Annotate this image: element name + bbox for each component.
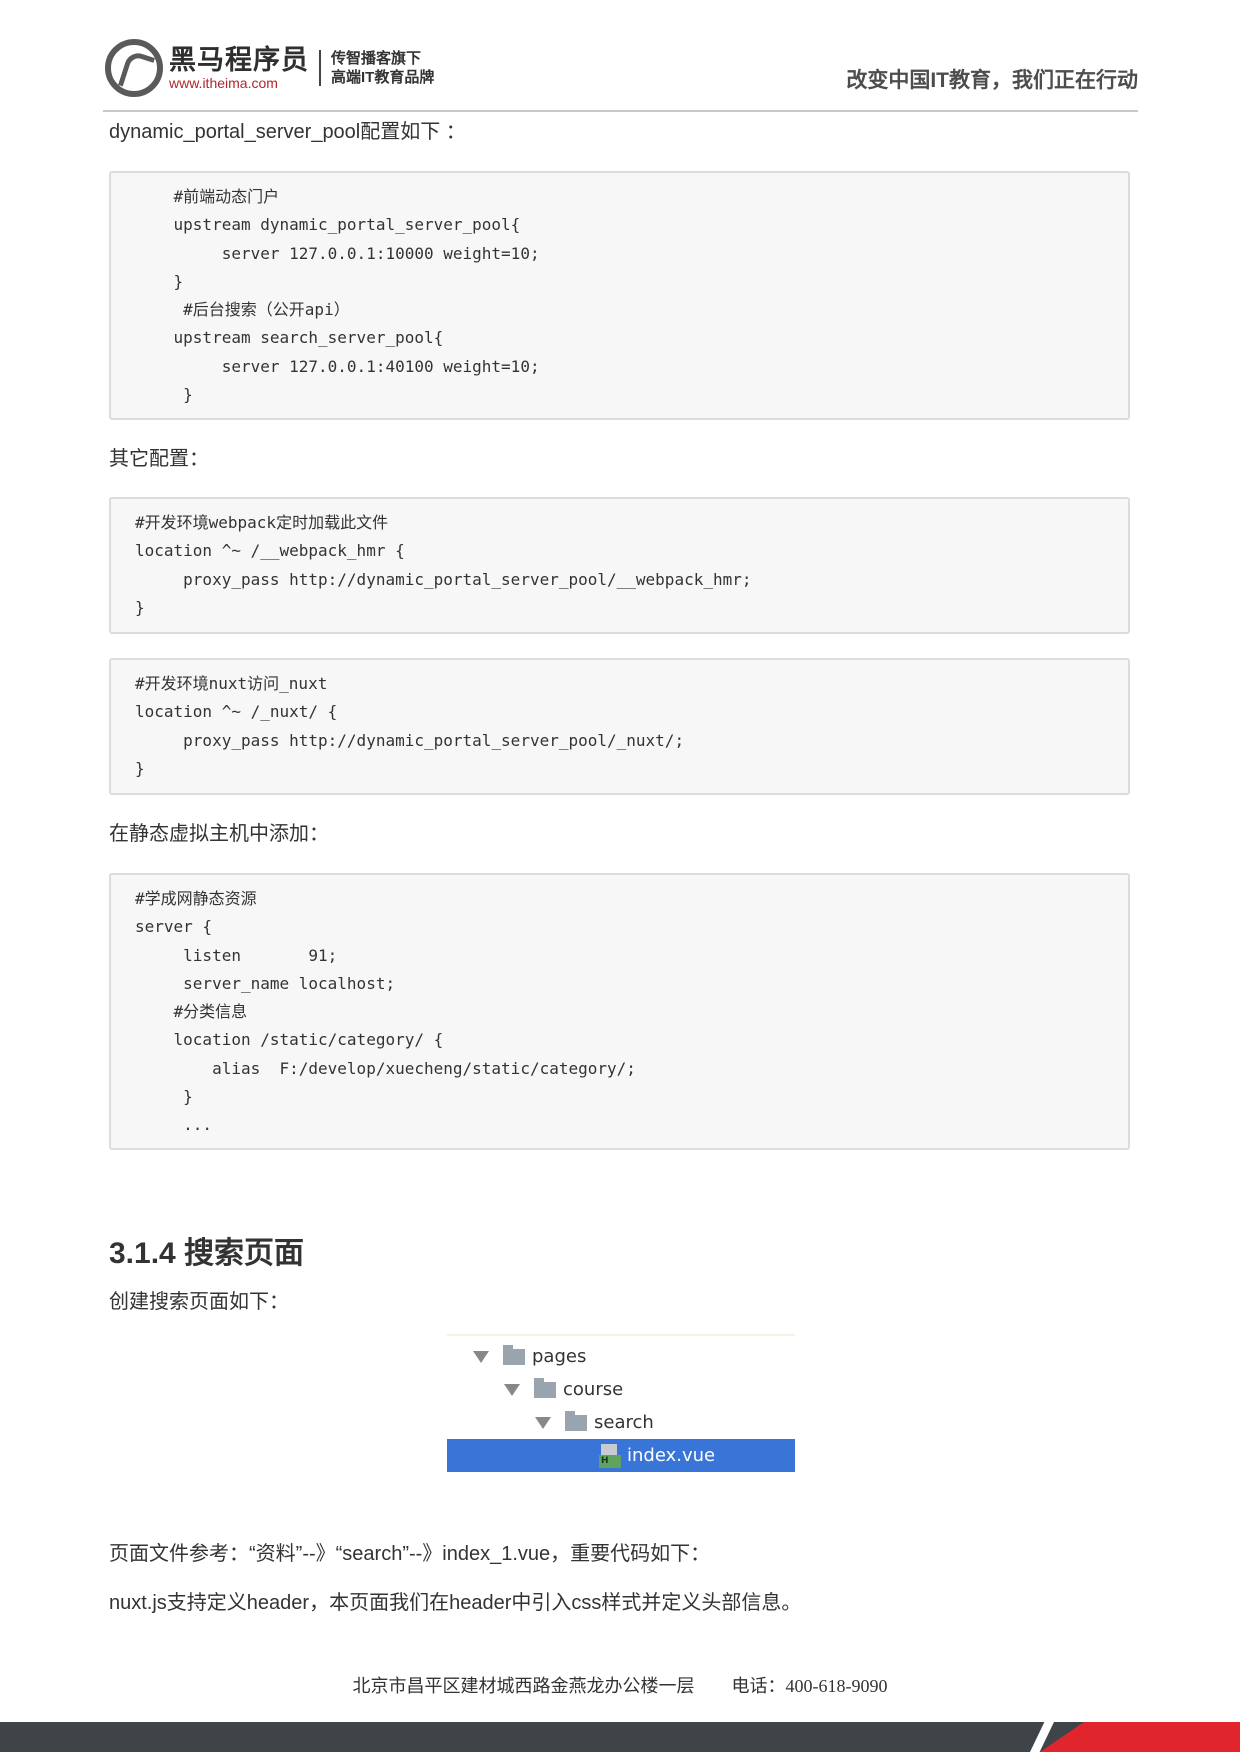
code-block-upstream: #前端动态门户 upstream dynamic_portal_server_p… — [109, 171, 1130, 420]
page-header: 黑马程序员 www.itheima.com 传智播客旗下 高端IT教育品牌 改变… — [103, 36, 1138, 112]
header-tagline: 改变中国IT教育，我们正在行动 — [846, 69, 1138, 92]
code-block-nuxt: #开发环境nuxt访问_nuxt location ^~ /_nuxt/ { p… — [109, 658, 1130, 795]
tree-item-search[interactable]: search — [447, 1406, 795, 1439]
vue-file-icon: H — [599, 1443, 621, 1468]
brand-name: 黑马程序员 — [169, 45, 309, 75]
reference-paragraph: 页面文件参考：“资料”--》“search”--》index_1.vue，重要代… — [109, 1543, 711, 1565]
code-block-static-server: #学成网静态资源 server { listen 91; server_name… — [109, 873, 1130, 1150]
horse-logo-icon — [105, 39, 163, 97]
other-config-paragraph: 其它配置： — [109, 448, 209, 470]
footer-address: 北京市昌平区建材城西路金燕龙办公楼一层 — [352, 1676, 695, 1696]
expand-triangle-icon — [473, 1350, 489, 1363]
tree-item-course[interactable]: course — [447, 1373, 795, 1406]
footer-bar — [0, 1722, 1240, 1752]
tree-item-index-vue[interactable]: H index.vue — [447, 1439, 795, 1472]
tree-item-pages[interactable]: pages — [447, 1340, 795, 1373]
expand-triangle-icon — [504, 1383, 520, 1396]
static-host-paragraph: 在静态虚拟主机中添加： — [109, 823, 329, 845]
footer-phone: 电话：400-618-9090 — [731, 1676, 888, 1696]
footer-contact: 北京市昌平区建材城西路金燕龙办公楼一层 电话：400-618-9090 — [0, 1672, 1240, 1698]
section-heading: 3.1.4 搜索页面 — [109, 1237, 305, 1270]
tree-item-label: search — [594, 1412, 654, 1433]
itheima-logo: 黑马程序员 www.itheima.com 传智播客旗下 高端IT教育品牌 — [105, 38, 434, 98]
intro-paragraph: dynamic_portal_server_pool配置如下 ： — [109, 121, 466, 143]
folder-icon — [503, 1344, 525, 1365]
nuxt-header-paragraph: nuxt.js支持定义header，本页面我们在header中引入css样式并定… — [109, 1592, 802, 1614]
brand-slogan: 传智播客旗下 高端IT教育品牌 — [331, 50, 435, 86]
file-tree-screenshot: pages course search H index.vue — [447, 1334, 795, 1478]
logo-divider — [319, 50, 321, 86]
footer-red-accent — [1040, 1722, 1240, 1752]
folder-icon — [534, 1377, 556, 1398]
expand-triangle-icon — [535, 1416, 551, 1429]
folder-icon — [565, 1410, 587, 1431]
document-body: dynamic_portal_server_pool配置如下 ： #前端动态门户… — [109, 110, 1130, 1316]
create-page-paragraph: 创建搜索页面如下： — [109, 1291, 289, 1313]
tree-item-label: course — [563, 1379, 624, 1400]
code-block-webpack-hmr: #开发环境webpack定时加载此文件 location ^~ /__webpa… — [109, 497, 1130, 634]
tree-item-label: index.vue — [627, 1445, 716, 1466]
brand-url: www.itheima.com — [169, 75, 278, 91]
tree-item-label: pages — [532, 1346, 587, 1367]
